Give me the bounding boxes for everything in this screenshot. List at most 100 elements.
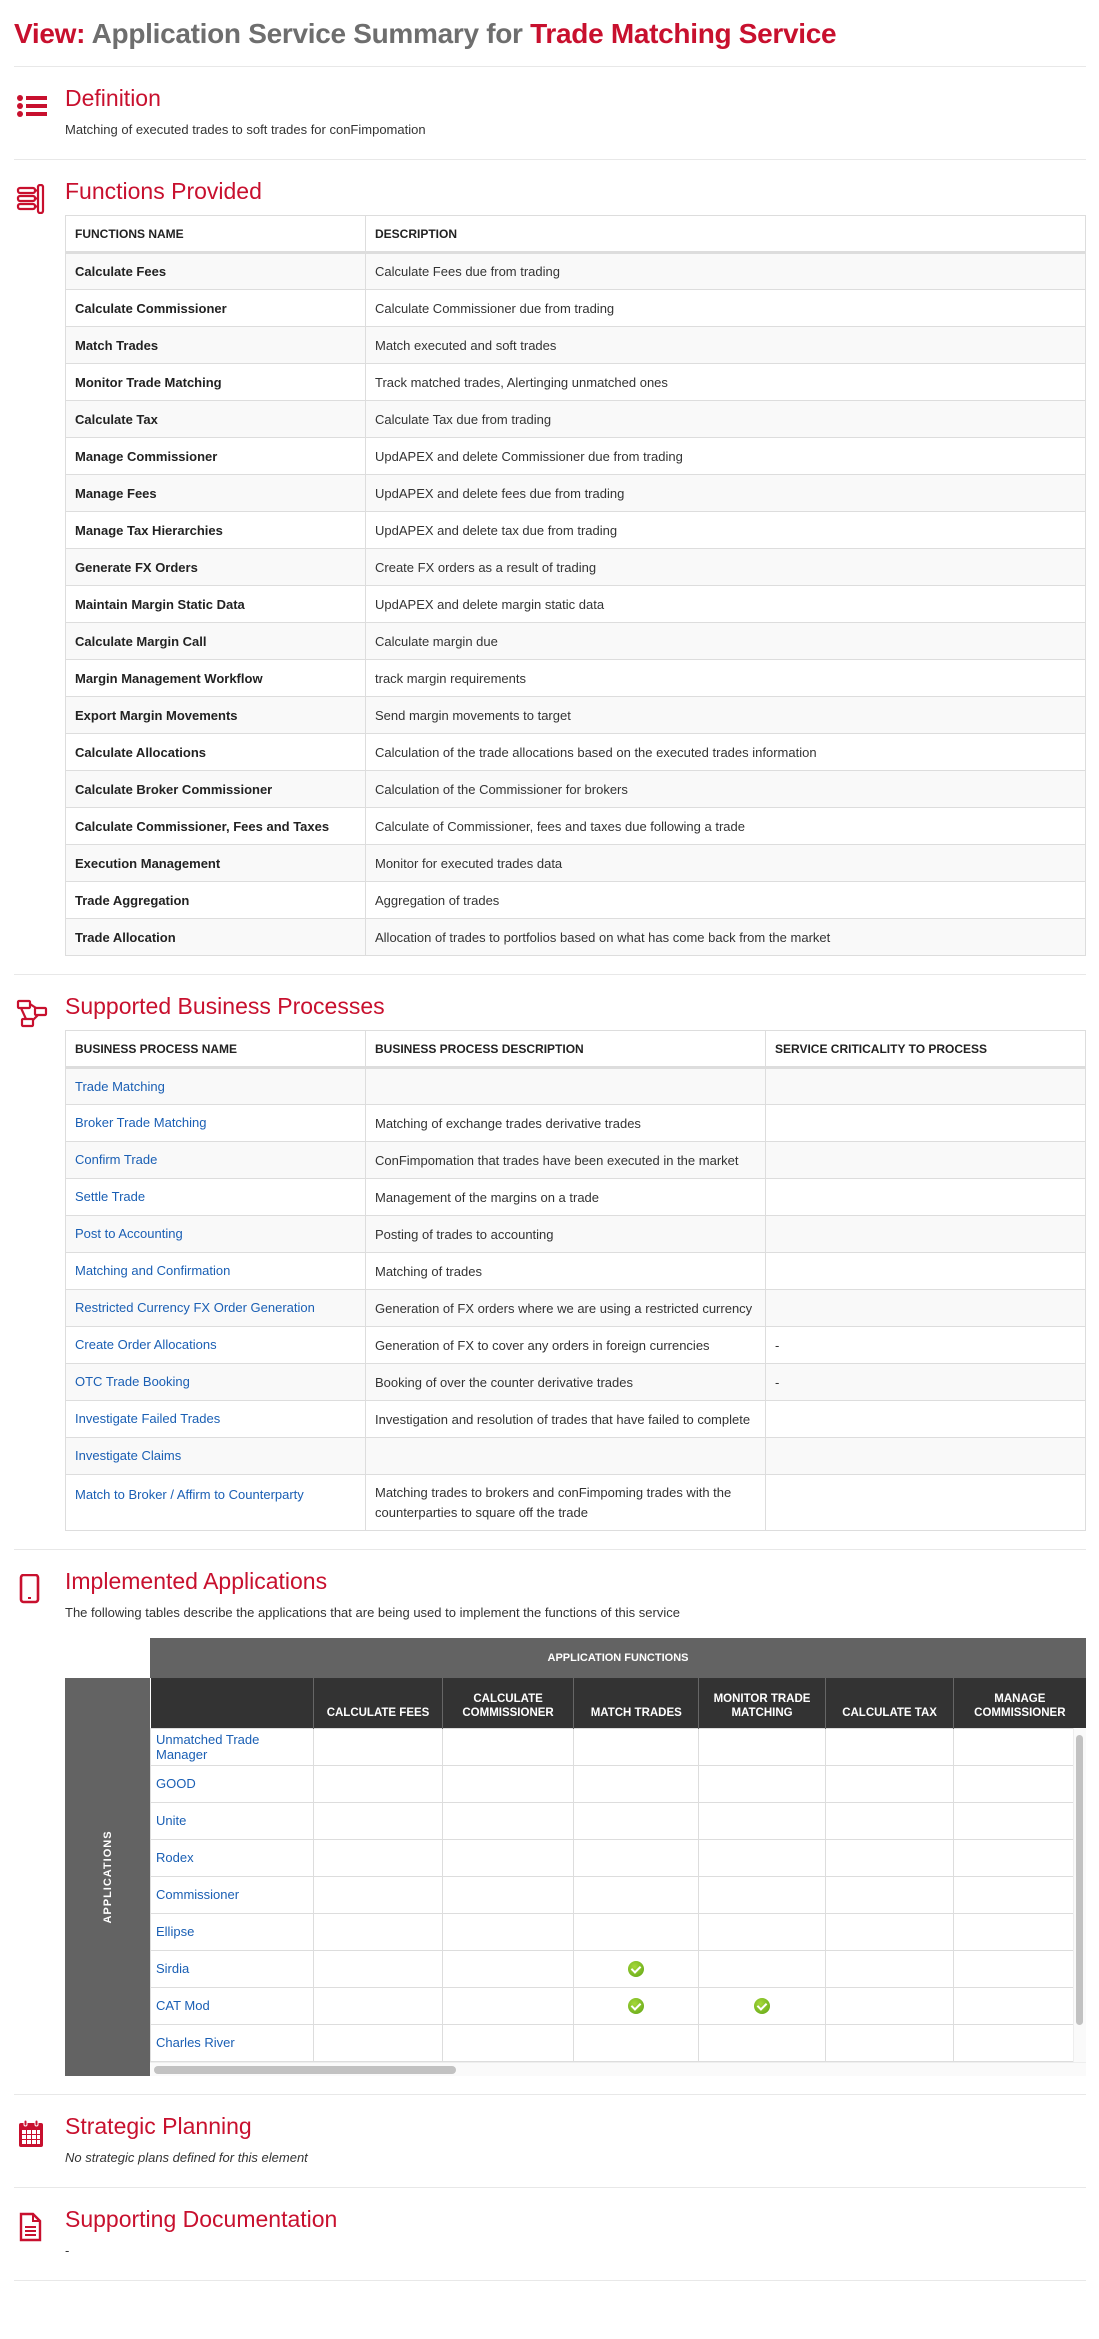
process-link[interactable]: Investigate Failed Trades — [75, 1411, 220, 1426]
matrix-side-band: APPLICATIONS — [65, 1678, 150, 2076]
table-row: Trade Matching — [65, 1067, 1086, 1105]
process-criticality — [765, 1400, 1086, 1438]
function-description: Match executed and soft trades — [365, 326, 1086, 364]
matrix-cell — [313, 1727, 443, 1766]
matrix-row: Unmatched Trade Manager — [150, 1727, 1086, 1766]
process-link[interactable]: Post to Accounting — [75, 1226, 183, 1241]
process-description: Matching of exchange trades derivative t… — [365, 1104, 766, 1142]
applications-intro: The following tables describe the applic… — [65, 1605, 680, 1620]
process-description: Generation of FX to cover any orders in … — [365, 1326, 766, 1364]
process-link[interactable]: Investigate Claims — [75, 1448, 181, 1463]
processes-heading: Supported Business Processes — [65, 993, 385, 1019]
function-name: Calculate Commissioner — [65, 289, 366, 327]
matrix-cell — [441, 1727, 575, 1766]
check-circle-icon — [628, 1960, 645, 1977]
function-name: Calculate Margin Call — [65, 622, 366, 660]
vertical-scrollbar-thumb[interactable] — [1076, 1735, 1083, 2025]
application-cell: CAT Mod — [150, 1986, 315, 2025]
process-link[interactable]: Confirm Trade — [75, 1152, 157, 1167]
process-description: Matching of trades — [365, 1252, 766, 1290]
application-link[interactable]: Commissioner — [156, 1887, 239, 1902]
application-link[interactable]: Sirdia — [156, 1961, 189, 1976]
process-link[interactable]: Trade Matching — [75, 1079, 165, 1094]
function-description: Send margin movements to target — [365, 696, 1086, 734]
matrix-cell — [698, 2023, 826, 2062]
table-row: Investigate Claims — [65, 1437, 1086, 1475]
application-cell: Charles River — [150, 2023, 315, 2062]
process-link[interactable]: Restricted Currency FX Order Generation — [75, 1300, 315, 1315]
function-name: Margin Management Workflow — [65, 659, 366, 697]
process-criticality — [765, 1474, 1086, 1531]
matrix-cell — [698, 1949, 826, 1988]
matrix-cell — [441, 1764, 575, 1803]
process-link[interactable]: Match to Broker / Affirm to Counterparty — [75, 1487, 304, 1502]
process-description — [365, 1067, 766, 1105]
application-matrix: APPLICATION FUNCTIONS APPLICATIONS CALCU… — [65, 1638, 1086, 2076]
matrix-cell — [824, 1727, 955, 1766]
table-row: Calculate Commissioner Calculate Commissi… — [65, 289, 1086, 327]
process-name-cell: Create Order Allocations — [65, 1326, 366, 1364]
definition-section: Definition Matching of executed trades t… — [14, 67, 1086, 159]
application-link[interactable]: Unmatched Trade Manager — [156, 1732, 259, 1762]
function-name: Execution Management — [65, 844, 366, 882]
application-link[interactable]: Charles River — [156, 2035, 235, 2050]
matrix-cell — [953, 1838, 1086, 1877]
table-row: Matching and Confirmation Matching of tra… — [65, 1252, 1086, 1290]
table-row: OTC Trade Booking Booking of over the cou… — [65, 1363, 1086, 1401]
matrix-cell — [953, 1727, 1086, 1766]
process-criticality — [765, 1141, 1086, 1179]
application-link[interactable]: Ellipse — [156, 1924, 194, 1939]
matrix-cell — [824, 1875, 955, 1914]
column-header[interactable]: FUNCTIONS NAME — [65, 215, 366, 254]
table-row: Match to Broker / Affirm to Counterparty… — [65, 1474, 1086, 1531]
function-description: Calculate Fees due from trading — [365, 252, 1086, 290]
process-description: Generation of FX orders where we are usi… — [365, 1289, 766, 1327]
column-header[interactable]: SERVICE CRITICALITY TO PROCESS — [765, 1030, 1086, 1069]
column-header[interactable]: DESCRIPTION — [365, 215, 1086, 254]
processes-section: Supported Business Processes BUSINESS PR… — [14, 975, 1086, 1549]
process-link[interactable]: OTC Trade Booking — [75, 1374, 190, 1389]
matrix-cell — [953, 1875, 1086, 1914]
documentation-text: - — [65, 2242, 70, 2258]
matrix-row: Sirdia — [150, 1949, 1086, 1988]
application-link[interactable]: Rodex — [156, 1850, 194, 1865]
strategic-section: Strategic Planning No strategic plans de… — [14, 2095, 1086, 2187]
function-description: Calculate Tax due from trading — [365, 400, 1086, 438]
horizontal-scrollbar-thumb[interactable] — [154, 2065, 456, 2074]
process-name-cell: Investigate Claims — [65, 1437, 366, 1475]
process-criticality — [765, 1067, 1086, 1105]
definition-heading: Definition — [65, 85, 161, 111]
process-link[interactable]: Matching and Confirmation — [75, 1263, 230, 1278]
function-name: Calculate Broker Commissioner — [65, 770, 366, 808]
function-name: Calculate Tax — [65, 400, 366, 438]
column-header[interactable]: BUSINESS PROCESS NAME — [65, 1030, 366, 1069]
matrix-function-header: MATCH TRADES — [573, 1678, 699, 1728]
process-link[interactable]: Create Order Allocations — [75, 1337, 217, 1352]
table-row: Calculate Fees Calculate Fees due from tr… — [65, 252, 1086, 290]
table-row: Margin Management Workflow track margin r… — [65, 659, 1086, 697]
list-icon — [17, 95, 47, 117]
application-link[interactable]: GOOD — [156, 1776, 196, 1791]
table-row: Maintain Margin Static Data UpdAPEX and d… — [65, 585, 1086, 623]
process-name-cell: Matching and Confirmation — [65, 1252, 366, 1290]
matrix-function-header: MANAGE COMMISSIONER — [953, 1678, 1086, 1728]
function-description: Calculation of the trade allocations bas… — [365, 733, 1086, 771]
process-description: Posting of trades to accounting — [365, 1215, 766, 1253]
matrix-cell — [573, 1838, 700, 1877]
functions-section: Functions Provided FUNCTIONS NAME DESCRI… — [14, 160, 1086, 974]
horizontal-scrollbar-track[interactable] — [150, 2061, 1086, 2076]
matrix-cell — [824, 1801, 955, 1840]
process-link[interactable]: Broker Trade Matching — [75, 1115, 207, 1130]
matrix-row: CAT Mod — [150, 1986, 1086, 2025]
check-circle-icon — [754, 1997, 771, 2014]
application-link[interactable]: Unite — [156, 1813, 186, 1828]
column-header[interactable]: BUSINESS PROCESS DESCRIPTION — [365, 1030, 766, 1069]
table-row: Export Margin Movements Send margin movem… — [65, 696, 1086, 734]
application-link[interactable]: CAT Mod — [156, 1998, 210, 2013]
title-prefix: View: — [14, 18, 86, 49]
matrix-cell — [313, 2023, 443, 2062]
matrix-row: Charles River — [150, 2023, 1086, 2062]
function-description: UpdAPEX and delete tax due from trading — [365, 511, 1086, 549]
matrix-scroll-area[interactable]: CALCULATE FEES CALCULATE COMMISSIONER MATC… — [150, 1678, 1086, 2076]
process-link[interactable]: Settle Trade — [75, 1189, 145, 1204]
